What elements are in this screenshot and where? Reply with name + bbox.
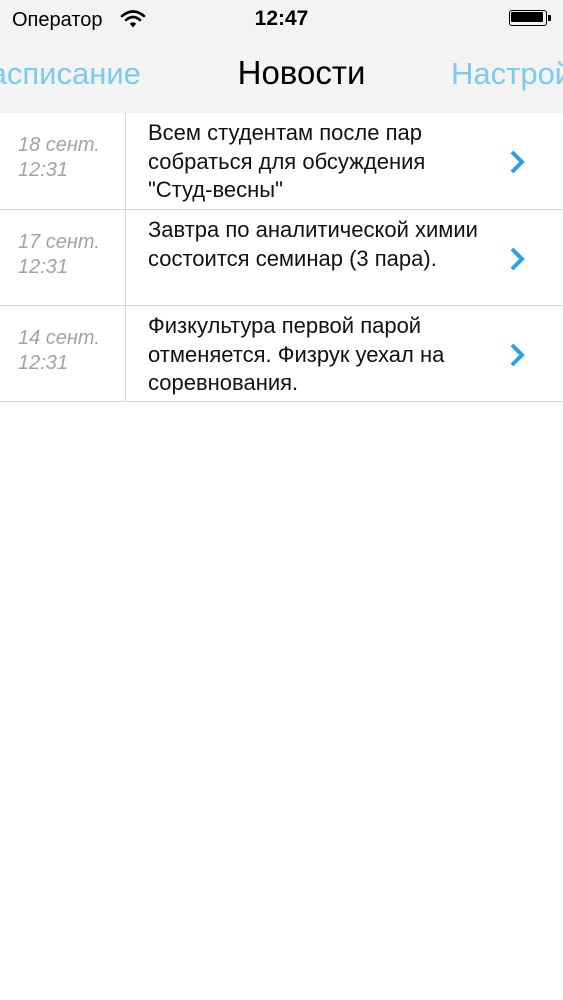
tab-settings[interactable]: Настройки [451, 54, 563, 94]
news-date-day: 14 сент. [18, 327, 100, 349]
news-text: Физкультура первой парой отменяется. Физ… [148, 313, 445, 395]
screen: Оператор 12:47 Расписание Новости Настро… [0, 0, 563, 1000]
news-date: 17 сент. 12:31 [18, 230, 118, 280]
header: Оператор 12:47 Расписание Новости Настро… [0, 0, 563, 114]
chevron-right-icon [510, 247, 525, 271]
news-date-time: 12:31 [18, 256, 69, 278]
battery-icon [509, 10, 553, 28]
status-time: 12:47 [254, 7, 309, 30]
news-text: Завтра по аналитической химии состоится … [148, 217, 478, 271]
news-date-time: 12:31 [18, 352, 69, 374]
chevron-right-icon [510, 343, 525, 367]
chevron-right-icon [510, 150, 525, 174]
news-text: Всем студентам после пар собраться для о… [148, 120, 426, 202]
news-date-time: 12:31 [18, 159, 69, 181]
news-item[interactable]: 17 сент. 12:31 Завтра по аналитической х… [0, 210, 563, 306]
status-bar: Оператор 12:47 [0, 0, 563, 40]
news-item[interactable]: 14 сент. 12:31 Физкультура первой парой … [0, 306, 563, 402]
row-divider [125, 210, 126, 305]
news-date: 14 сент. 12:31 [18, 326, 118, 376]
news-date: 18 сент. 12:31 [18, 133, 118, 183]
news-date-day: 17 сент. [18, 231, 100, 253]
row-divider [125, 306, 126, 401]
news-list: 18 сент. 12:31 Всем студентам после пар … [0, 113, 563, 402]
news-date-day: 18 сент. [18, 134, 100, 156]
news-item[interactable]: 18 сент. 12:31 Всем студентам после пар … [0, 113, 563, 210]
row-divider [125, 113, 126, 209]
